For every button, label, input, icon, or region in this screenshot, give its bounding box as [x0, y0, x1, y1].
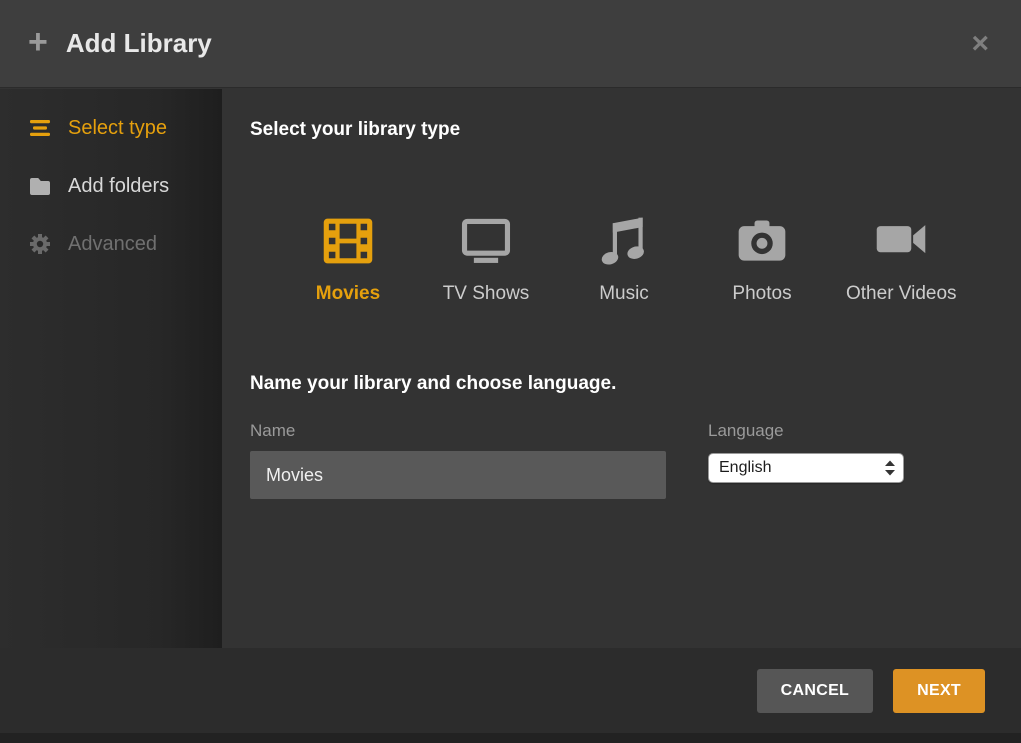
library-type-label: Other Videos: [846, 283, 957, 305]
sidebar-item-label: Advanced: [68, 233, 157, 256]
library-type-label: Photos: [708, 283, 816, 305]
library-type-row: Movies TV Shows: [294, 205, 1021, 305]
language-label: Language: [708, 421, 908, 441]
sidebar-item-select-type[interactable]: Select type: [0, 99, 222, 157]
name-field-group: Name: [250, 421, 666, 499]
library-type-label: Movies: [294, 283, 402, 305]
language-select[interactable]: English: [708, 453, 904, 483]
library-type-photos[interactable]: Photos: [708, 205, 816, 305]
library-type-label: TV Shows: [432, 283, 540, 305]
dialog-footer: CANCEL NEXT: [0, 648, 1021, 743]
camera-icon: [708, 205, 816, 269]
fields-row: Name Language English: [250, 421, 1021, 499]
dialog-main: Select your library type Movies TV S: [222, 89, 1021, 648]
cancel-button[interactable]: CANCEL: [757, 669, 873, 713]
select-type-heading: Select your library type: [250, 119, 1021, 141]
name-language-heading: Name your library and choose language.: [250, 373, 1021, 395]
library-type-label: Music: [570, 283, 678, 305]
sidebar-item-add-folders[interactable]: Add folders: [0, 157, 222, 215]
video-camera-icon: [846, 205, 957, 269]
gear-icon: [26, 231, 54, 257]
language-field-group: Language English: [708, 421, 908, 499]
select-stepper-icon: [883, 459, 897, 477]
library-name-input[interactable]: [250, 451, 666, 499]
next-button[interactable]: NEXT: [893, 669, 985, 713]
tv-icon: [432, 205, 540, 269]
plus-icon: +: [28, 25, 48, 59]
library-type-music[interactable]: Music: [570, 205, 678, 305]
library-type-tv-shows[interactable]: TV Shows: [432, 205, 540, 305]
film-icon: [294, 205, 402, 269]
sidebar-item-label: Select type: [68, 117, 167, 140]
library-type-other-videos[interactable]: Other Videos: [846, 205, 957, 305]
music-note-icon: [570, 205, 678, 269]
dialog-title: Add Library: [66, 28, 212, 59]
language-selected-value: English: [719, 459, 771, 477]
library-type-movies[interactable]: Movies: [294, 205, 402, 305]
dialog-sidebar: Select type Add folders: [0, 89, 222, 648]
list-lines-icon: [26, 115, 54, 141]
name-label: Name: [250, 421, 666, 441]
close-icon[interactable]: ×: [967, 25, 993, 63]
add-library-dialog: + Add Library × Select type Add folders: [0, 0, 1021, 743]
sidebar-item-advanced[interactable]: Advanced: [0, 215, 222, 273]
sidebar-item-label: Add folders: [68, 175, 169, 198]
dialog-header: + Add Library ×: [0, 0, 1021, 88]
folder-icon: [26, 173, 54, 199]
